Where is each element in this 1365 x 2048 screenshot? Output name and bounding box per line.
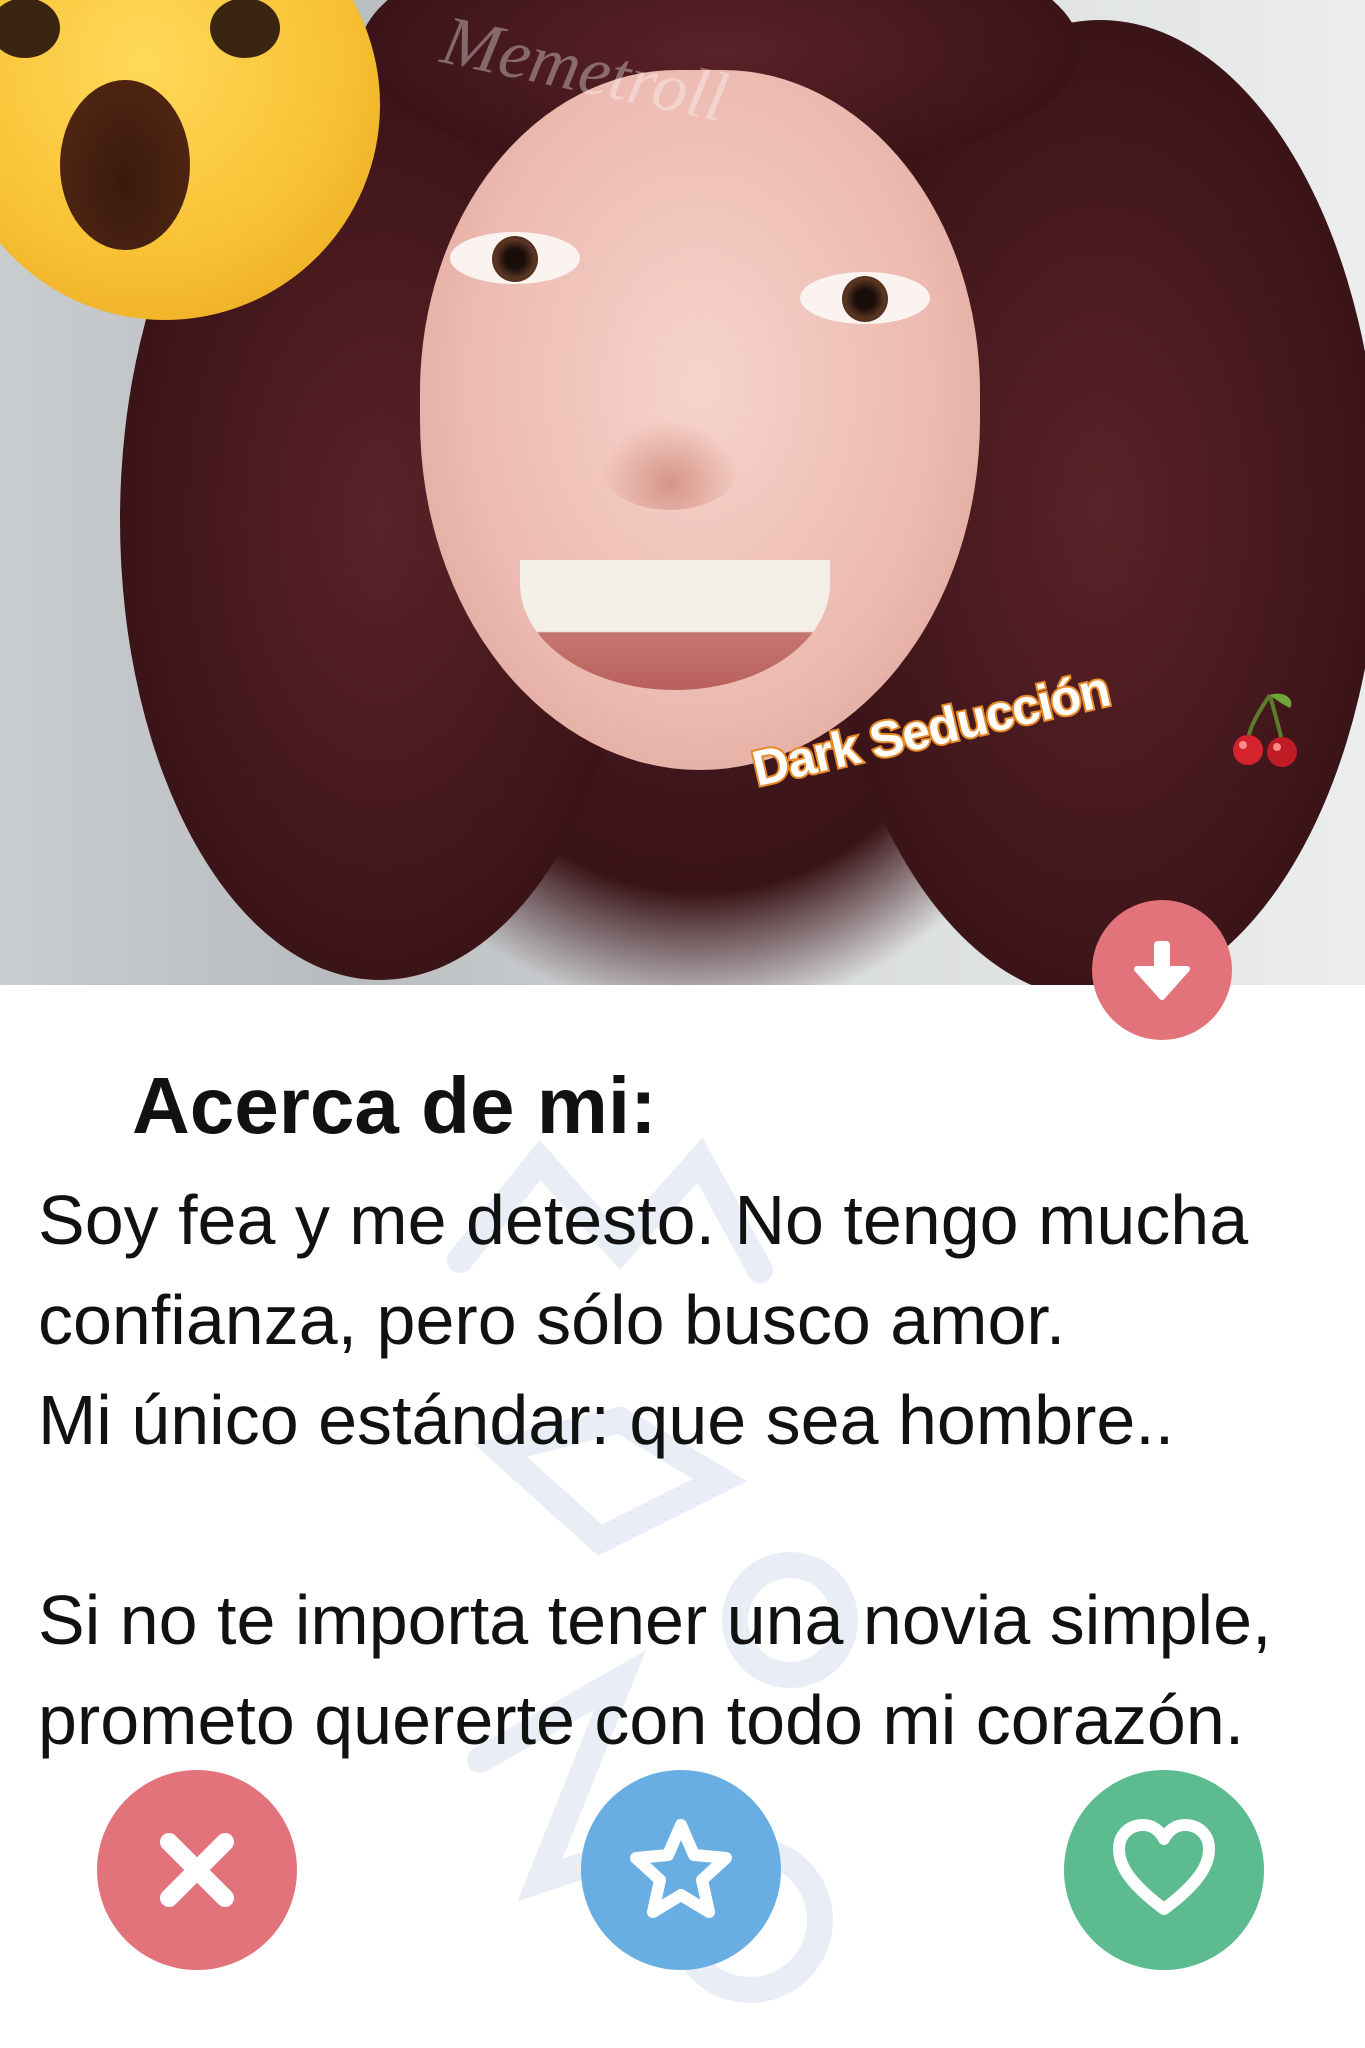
star-icon [630, 1819, 732, 1918]
nope-button[interactable] [97, 1770, 297, 1970]
bio-line: Si no te importa tener una novia simple, [38, 1581, 1272, 1659]
about-heading: Acerca de mi: [132, 1061, 657, 1150]
bio-line: Soy fea y me detesto. No tengo mucha [38, 1181, 1249, 1259]
eye-right [800, 272, 930, 324]
bio-line: confianza, pero sólo busco amor. [38, 1281, 1066, 1359]
bio-line: prometo quererte con todo mi corazón. [38, 1681, 1245, 1759]
bio-line: Mi único estándar: que sea hombre.. [38, 1381, 1175, 1459]
nose [600, 420, 740, 510]
like-button[interactable] [1064, 1770, 1264, 1970]
heart-icon [1113, 1819, 1215, 1915]
expand-profile-button[interactable] [1092, 900, 1232, 1040]
arrow-down-icon [1134, 941, 1190, 1000]
eye-left [450, 232, 580, 284]
about-bio: Soy fea y me detesto. No tengo mucha con… [38, 1170, 1365, 1770]
close-icon [160, 1833, 234, 1907]
super-like-button[interactable] [581, 1770, 781, 1970]
bio-line-blank [38, 1470, 1365, 1570]
profile-photo[interactable]: Memetroll Dark Seducción [0, 0, 1365, 985]
cherry-icon [1233, 693, 1297, 767]
